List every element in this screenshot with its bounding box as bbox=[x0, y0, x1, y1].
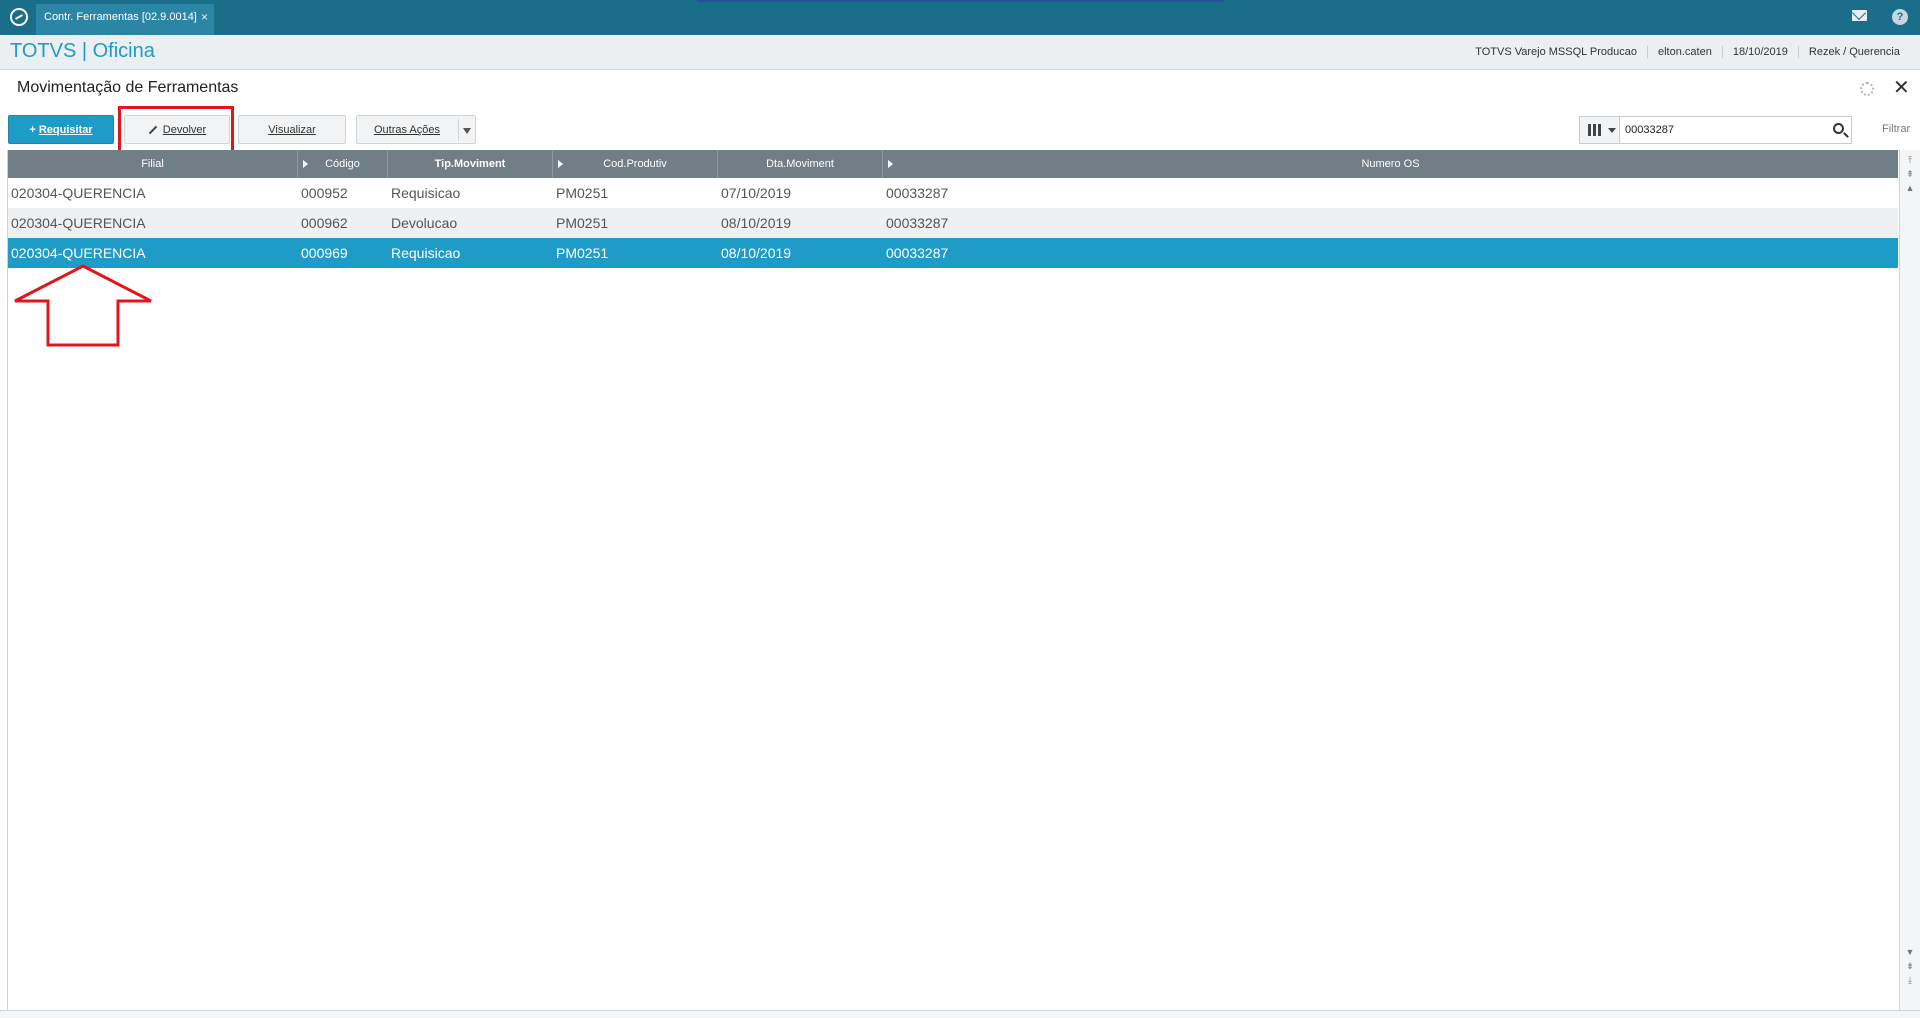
column-header-numero-os[interactable]: Numero OS bbox=[883, 150, 1898, 178]
cell-tip-moviment: Devolucao bbox=[391, 215, 458, 231]
cell-tip-moviment: Requisicao bbox=[391, 185, 461, 201]
chevron-down-icon bbox=[1608, 128, 1616, 133]
plus-icon: + bbox=[29, 124, 39, 136]
column-header-dta-moviment[interactable]: Dta.Moviment bbox=[718, 150, 883, 178]
columns-icon bbox=[1588, 124, 1601, 136]
page-title: Movimentação de Ferramentas bbox=[17, 79, 239, 96]
column-header-tip-moviment[interactable]: Tip.Moviment bbox=[388, 150, 553, 178]
cell-dta-moviment: 08/10/2019 bbox=[721, 215, 792, 231]
scroll-top-icon[interactable]: ⤒ bbox=[1904, 154, 1916, 166]
chevron-down-icon bbox=[463, 128, 471, 134]
annotation-highlight-box bbox=[118, 106, 234, 153]
branch-label: Rezek / Querencia bbox=[1797, 46, 1910, 58]
cell-tip-moviment: Requisicao bbox=[391, 245, 461, 261]
annotation-arrow-up-icon bbox=[14, 264, 152, 347]
mail-icon[interactable] bbox=[1852, 10, 1867, 21]
table-row[interactable]: 020304-QUERENCIA 000962 Devolucao PM0251… bbox=[8, 208, 1898, 238]
cell-dta-moviment: 07/10/2019 bbox=[721, 185, 792, 201]
visualizar-button[interactable]: Visualizar bbox=[238, 115, 346, 144]
cell-cod-produtiv: PM0251 bbox=[556, 185, 609, 201]
app-header: TOTVS | Oficina TOTVS Varejo MSSQL Produ… bbox=[0, 35, 1920, 70]
filtrar-link[interactable]: Filtrar bbox=[1882, 123, 1910, 135]
brand-title: TOTVS | Oficina bbox=[10, 40, 155, 62]
sort-arrow-icon bbox=[303, 160, 308, 168]
cell-codigo: 000969 bbox=[301, 245, 348, 261]
cell-numero-os: 00033287 bbox=[886, 215, 949, 231]
search-box bbox=[1579, 116, 1852, 144]
vertical-scrollbar[interactable]: ⤒ ⇞ ▲ ▼ ⇟ ⤓ bbox=[1899, 150, 1920, 1010]
table-row[interactable]: 020304-QUERENCIA 000952 Requisicao PM025… bbox=[8, 178, 1898, 208]
outras-acoes-button[interactable]: Outras Ações bbox=[356, 115, 476, 144]
date-label: 18/10/2019 bbox=[1721, 46, 1798, 58]
dropdown-separator bbox=[458, 119, 459, 141]
column-header-codigo[interactable]: Código bbox=[298, 150, 388, 178]
close-window-button[interactable]: ✕ bbox=[1893, 78, 1910, 98]
scroll-page-down-icon[interactable]: ⇟ bbox=[1904, 960, 1916, 972]
help-icon[interactable]: ? bbox=[1892, 9, 1908, 25]
environment-label: TOTVS Varejo MSSQL Producao bbox=[1475, 46, 1637, 58]
gear-icon[interactable] bbox=[1860, 82, 1874, 96]
grid-header: Filial Código Tip.Moviment Cod.Produtiv … bbox=[8, 150, 1898, 178]
scroll-page-up-icon[interactable]: ⇞ bbox=[1904, 168, 1916, 180]
tab-close-icon[interactable]: × bbox=[201, 4, 208, 31]
cell-codigo: 000962 bbox=[301, 215, 348, 231]
user-label: elton.caten bbox=[1647, 46, 1722, 58]
sort-arrow-icon bbox=[888, 160, 893, 168]
scroll-down-icon[interactable]: ▼ bbox=[1904, 946, 1916, 958]
cell-codigo: 000952 bbox=[301, 185, 348, 201]
title-bar: Contr. Ferramentas [02.9.0014] × ? bbox=[0, 0, 1920, 35]
cell-filial: 020304-QUERENCIA bbox=[11, 215, 146, 231]
data-grid: Filial Código Tip.Moviment Cod.Produtiv … bbox=[7, 150, 1898, 1010]
cell-cod-produtiv: PM0251 bbox=[556, 245, 609, 261]
session-info: TOTVS Varejo MSSQL Producao elton.caten … bbox=[1465, 46, 1910, 58]
search-input[interactable] bbox=[1625, 121, 1815, 139]
totvs-logo-icon[interactable] bbox=[10, 8, 28, 26]
column-selector-button[interactable] bbox=[1580, 117, 1620, 143]
drag-handle[interactable] bbox=[697, 0, 1224, 2]
column-header-cod-produtiv[interactable]: Cod.Produtiv bbox=[553, 150, 718, 178]
tab-label: Contr. Ferramentas [02.9.0014] bbox=[44, 11, 197, 23]
tab-contr-ferramentas[interactable]: Contr. Ferramentas [02.9.0014] × bbox=[36, 4, 214, 35]
scroll-up-icon[interactable]: ▲ bbox=[1904, 182, 1916, 194]
visualizar-label: Visualizar bbox=[268, 124, 316, 136]
table-row-selected[interactable]: 020304-QUERENCIA 000969 Requisicao PM025… bbox=[8, 238, 1898, 268]
cell-numero-os: 00033287 bbox=[886, 245, 949, 261]
cell-cod-produtiv: PM0251 bbox=[556, 215, 609, 231]
cell-numero-os: 00033287 bbox=[886, 185, 949, 201]
sort-arrow-icon bbox=[558, 160, 563, 168]
cell-filial: 020304-QUERENCIA bbox=[11, 185, 146, 201]
search-icon[interactable] bbox=[1833, 123, 1844, 134]
scroll-bottom-icon[interactable]: ⤓ bbox=[1904, 974, 1916, 986]
outras-acoes-label: Outras Ações bbox=[373, 124, 441, 136]
column-header-filial[interactable]: Filial bbox=[8, 150, 298, 178]
footer-border bbox=[0, 1010, 1920, 1018]
requisitar-button[interactable]: + Requisitar bbox=[8, 115, 114, 144]
requisitar-label: Requisitar bbox=[38, 124, 93, 136]
cell-dta-moviment: 08/10/2019 bbox=[721, 245, 792, 261]
